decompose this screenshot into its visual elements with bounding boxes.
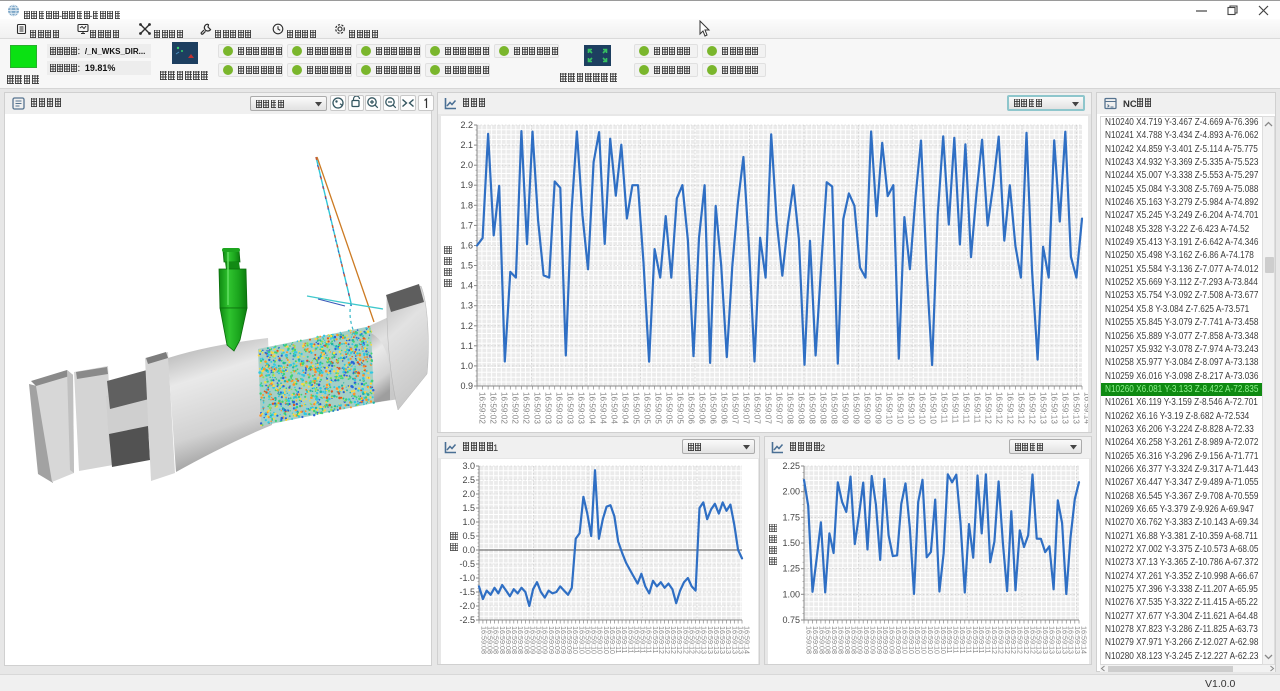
svg-text:0.5: 0.5 bbox=[462, 531, 475, 541]
svg-text:16:59:05: 16:59:05 bbox=[676, 392, 685, 424]
svg-text:16:59:02: 16:59:02 bbox=[478, 392, 487, 424]
svg-text:1.2: 1.2 bbox=[460, 321, 473, 331]
svg-text:2.2: 2.2 bbox=[460, 120, 473, 130]
svg-text:-1.5: -1.5 bbox=[459, 587, 475, 597]
svg-text:-1.0: -1.0 bbox=[459, 573, 475, 583]
svg-text:16:59:09: 16:59:09 bbox=[863, 392, 872, 424]
svg-text:16:59:09: 16:59:09 bbox=[852, 392, 861, 424]
svg-text:0.0: 0.0 bbox=[462, 545, 475, 555]
svg-text:16:59:11: 16:59:11 bbox=[973, 392, 982, 424]
svg-text:16:59:05: 16:59:05 bbox=[654, 392, 663, 424]
svg-text:2.25: 2.25 bbox=[782, 461, 800, 471]
svg-text:16:59:12: 16:59:12 bbox=[1028, 392, 1037, 424]
svg-text:16:59:02: 16:59:02 bbox=[489, 392, 498, 424]
svg-text:1.25: 1.25 bbox=[782, 564, 800, 574]
svg-text:16:59:14: 16:59:14 bbox=[743, 626, 752, 654]
svg-text:1.0: 1.0 bbox=[460, 361, 473, 371]
svg-text:1.9: 1.9 bbox=[460, 180, 473, 190]
svg-text:16:59:08: 16:59:08 bbox=[819, 392, 828, 424]
svg-text:-0.5: -0.5 bbox=[459, 559, 475, 569]
svg-text:16:59:11: 16:59:11 bbox=[940, 392, 949, 424]
svg-text:16:59:05: 16:59:05 bbox=[665, 392, 674, 424]
svg-text:16:59:13: 16:59:13 bbox=[1039, 392, 1048, 424]
svg-text:2.1: 2.1 bbox=[460, 140, 473, 150]
svg-text:16:59:08: 16:59:08 bbox=[797, 392, 806, 424]
svg-text:16:59:03: 16:59:03 bbox=[533, 392, 542, 424]
svg-text:16:59:12: 16:59:12 bbox=[1006, 392, 1015, 424]
svg-text:16:59:09: 16:59:09 bbox=[841, 392, 850, 424]
svg-text:16:59:10: 16:59:10 bbox=[896, 392, 905, 424]
svg-text:16:59:08: 16:59:08 bbox=[786, 392, 795, 424]
svg-text:16:59:07: 16:59:07 bbox=[731, 392, 740, 424]
svg-text:16:59:13: 16:59:13 bbox=[1050, 392, 1059, 424]
svg-text:16:59:10: 16:59:10 bbox=[929, 392, 938, 424]
svg-text:1.00: 1.00 bbox=[782, 589, 800, 599]
svg-text:-2.0: -2.0 bbox=[459, 601, 475, 611]
svg-text:2.5: 2.5 bbox=[462, 475, 475, 485]
svg-text:16:59:07: 16:59:07 bbox=[742, 392, 751, 424]
svg-text:2.00: 2.00 bbox=[782, 487, 800, 497]
svg-text:1.4: 1.4 bbox=[460, 281, 473, 291]
svg-text:16:59:07: 16:59:07 bbox=[764, 392, 773, 424]
svg-text:16:59:11: 16:59:11 bbox=[962, 392, 971, 424]
svg-text:16:59:02: 16:59:02 bbox=[500, 392, 509, 424]
svg-text:16:59:10: 16:59:10 bbox=[885, 392, 894, 424]
svg-text:16:59:04: 16:59:04 bbox=[621, 392, 630, 424]
svg-text:1.5: 1.5 bbox=[460, 261, 473, 271]
svg-text:1.7: 1.7 bbox=[460, 220, 473, 230]
svg-text:16:59:13: 16:59:13 bbox=[1061, 392, 1070, 424]
svg-text:16:59:04: 16:59:04 bbox=[599, 392, 608, 424]
svg-text:16:59:10: 16:59:10 bbox=[907, 392, 916, 424]
svg-text:0.75: 0.75 bbox=[782, 615, 800, 625]
svg-text:16:59:12: 16:59:12 bbox=[995, 392, 1004, 424]
svg-text:16:59:06: 16:59:06 bbox=[698, 392, 707, 424]
svg-text:3.0: 3.0 bbox=[462, 461, 475, 471]
svg-text:1.0: 1.0 bbox=[462, 517, 475, 527]
svg-text:1.6: 1.6 bbox=[460, 241, 473, 251]
svg-text:16:59:06: 16:59:06 bbox=[709, 392, 718, 424]
svg-text:1.3: 1.3 bbox=[460, 301, 473, 311]
svg-text:16:59:03: 16:59:03 bbox=[555, 392, 564, 424]
svg-text:16:59:12: 16:59:12 bbox=[1017, 392, 1026, 424]
svg-text:1.5: 1.5 bbox=[462, 503, 475, 513]
svg-text:16:59:03: 16:59:03 bbox=[566, 392, 575, 424]
svg-text:16:59:04: 16:59:04 bbox=[610, 392, 619, 424]
svg-text:16:59:05: 16:59:05 bbox=[632, 392, 641, 424]
svg-text:2.0: 2.0 bbox=[460, 160, 473, 170]
svg-text:16:59:03: 16:59:03 bbox=[544, 392, 553, 424]
svg-text:16:59:14: 16:59:14 bbox=[1080, 626, 1089, 654]
svg-text:16:59:07: 16:59:07 bbox=[753, 392, 762, 424]
svg-text:16:59:14: 16:59:14 bbox=[1083, 392, 1089, 424]
svg-text:1.50: 1.50 bbox=[782, 538, 800, 548]
svg-text:16:59:07: 16:59:07 bbox=[775, 392, 784, 424]
svg-text:0.9: 0.9 bbox=[460, 381, 473, 391]
svg-text:16:59:06: 16:59:06 bbox=[720, 392, 729, 424]
svg-text:16:59:08: 16:59:08 bbox=[808, 392, 817, 424]
svg-text:16:59:08: 16:59:08 bbox=[830, 392, 839, 424]
svg-text:1.8: 1.8 bbox=[460, 200, 473, 210]
svg-text:1.75: 1.75 bbox=[782, 512, 800, 522]
svg-text:16:59:02: 16:59:02 bbox=[522, 392, 531, 424]
svg-text:16:59:13: 16:59:13 bbox=[1072, 392, 1081, 424]
svg-text:16:59:10: 16:59:10 bbox=[918, 392, 927, 424]
svg-text:16:59:12: 16:59:12 bbox=[984, 392, 993, 424]
svg-text:16:59:02: 16:59:02 bbox=[511, 392, 520, 424]
svg-text:16:59:03: 16:59:03 bbox=[577, 392, 586, 424]
svg-text:-2.5: -2.5 bbox=[459, 615, 475, 625]
svg-text:16:59:04: 16:59:04 bbox=[588, 392, 597, 424]
svg-text:16:59:06: 16:59:06 bbox=[687, 392, 696, 424]
svg-text:2.0: 2.0 bbox=[462, 489, 475, 499]
svg-text:16:59:09: 16:59:09 bbox=[874, 392, 883, 424]
svg-text:1.1: 1.1 bbox=[460, 341, 473, 351]
svg-text:16:59:11: 16:59:11 bbox=[951, 392, 960, 424]
svg-text:16:59:05: 16:59:05 bbox=[643, 392, 652, 424]
